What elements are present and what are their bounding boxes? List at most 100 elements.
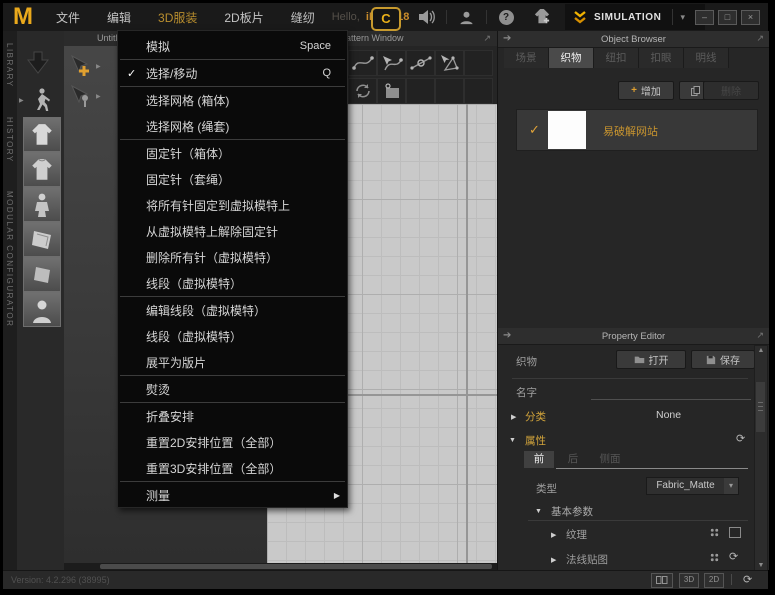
speaker-icon[interactable] <box>415 9 437 25</box>
menu-3d-garment[interactable]: 3D服装 <box>155 7 200 28</box>
download-arrow-icon[interactable] <box>25 51 51 75</box>
dropdown-caret-icon[interactable]: ▾ <box>724 478 738 494</box>
popout-icon[interactable]: ↗ <box>756 33 764 44</box>
menu-2d-pattern[interactable]: 2D板片 <box>221 7 266 28</box>
basic-params-label[interactable]: 基本参数 <box>551 504 593 519</box>
menu-file[interactable]: 文件 <box>53 7 83 28</box>
menu-item-measure[interactable]: 测量▶ <box>118 482 347 508</box>
tab-fabric[interactable]: 织物 <box>549 48 594 68</box>
menu-item-flatten-to-pattern[interactable]: 展平为版片 <box>118 349 347 375</box>
open-fabric-button[interactable]: 打开 <box>616 350 686 369</box>
texture-collapse-icon[interactable]: ▶ <box>551 531 556 539</box>
texture-label[interactable]: 纹理 <box>566 527 587 542</box>
scroll-down-icon[interactable]: ▼ <box>755 562 767 569</box>
pin-tool-icon[interactable] <box>68 83 94 109</box>
normal-map-label[interactable]: 法线贴图 <box>566 552 608 567</box>
library-item-avatar[interactable] <box>23 187 61 222</box>
category-label[interactable]: 分类 <box>525 409 546 424</box>
scrollbar-handle[interactable] <box>100 564 492 569</box>
rail-tab-library[interactable]: LIBRARY <box>5 43 14 88</box>
avatar-walk-icon[interactable] <box>31 87 53 111</box>
check-icon[interactable]: ✓ <box>529 122 540 138</box>
menu-item-fold-arrangement[interactable]: 折叠安排 <box>118 403 347 429</box>
move-tool-icon[interactable] <box>68 53 94 79</box>
help-icon[interactable]: ? <box>495 9 517 25</box>
simulation-caret-icon[interactable]: ▾ <box>680 12 685 23</box>
tab-back[interactable]: 后 <box>559 451 587 468</box>
tool-expand-icon[interactable]: ▶ <box>96 93 101 100</box>
normal-map-refresh-icon[interactable]: ⟳ <box>729 550 738 563</box>
menu-item-segment-avatar[interactable]: 线段（虚拟模特） <box>118 270 347 296</box>
property-expand-icon[interactable]: ▼ <box>509 437 516 444</box>
popout-icon[interactable]: ↗ <box>483 33 491 44</box>
add-garment-icon[interactable] <box>531 9 553 25</box>
stamp-tool-icon[interactable] <box>377 78 406 104</box>
menu-item-delete-all-pins[interactable]: 删除所有针（虚拟模特） <box>118 244 347 270</box>
horizontal-scrollbar[interactable] <box>64 563 497 570</box>
library-item-bust[interactable] <box>23 292 61 327</box>
menu-item-edit-segment-avatar[interactable]: 编辑线段（虚拟模特） <box>118 297 347 323</box>
menu-item-simulate[interactable]: 模拟Space <box>118 33 347 59</box>
tab-buttonhole[interactable]: 扣眼 <box>639 48 684 68</box>
2d-view-button[interactable]: 2D <box>704 573 724 588</box>
tab-topstitch[interactable]: 明线 <box>684 48 729 68</box>
tool-expand-icon[interactable]: ▶ <box>96 63 101 70</box>
category-collapse-icon[interactable]: ▶ <box>511 413 516 421</box>
rail-tab-modular-configurator[interactable]: MODULAR CONFIGURATOR <box>5 191 14 327</box>
menu-item-unpin-from-avatar[interactable]: 从虚拟模特上解除固定针 <box>118 218 347 244</box>
sync-tool-icon[interactable] <box>348 78 377 104</box>
popout-icon[interactable]: ↗ <box>756 330 764 341</box>
refresh-icon[interactable]: ⟳ <box>736 432 745 445</box>
tab-side[interactable]: 侧面 <box>591 451 629 468</box>
tool-cell[interactable] <box>464 50 493 76</box>
clo-logo-icon[interactable]: C <box>371 7 401 31</box>
3d-view-button[interactable]: 3D <box>679 573 699 588</box>
tool-cell[interactable] <box>435 78 464 104</box>
fabric-swatch[interactable] <box>548 111 586 149</box>
menu-sewing[interactable]: 缝纫 <box>288 7 318 28</box>
fabric-list-item[interactable]: ✓ 易破解网站 <box>516 109 758 151</box>
library-item-shirt-1[interactable] <box>23 117 61 152</box>
rail-tab-history[interactable]: HISTORY <box>5 117 14 163</box>
menu-item-segment-avatar-2[interactable]: 线段（虚拟模特） <box>118 323 347 349</box>
normal-map-collapse-icon[interactable]: ▶ <box>551 556 556 564</box>
property-editor-scrollbar[interactable]: ▲ ▼ <box>754 345 768 571</box>
account-icon[interactable] <box>455 9 477 25</box>
add-fabric-button[interactable]: + 增加 <box>618 81 674 100</box>
menu-item-select-mesh-lasso[interactable]: 选择网格 (绳套) <box>118 113 347 139</box>
menu-item-select-mesh-box[interactable]: 选择网格 (箱体) <box>118 87 347 113</box>
simulation-control[interactable]: SIMULATION ▾ <box>565 4 705 30</box>
texture-slot-icon[interactable] <box>729 527 741 538</box>
texture-grid-icon[interactable] <box>710 528 719 537</box>
split-view-icon[interactable] <box>651 573 673 588</box>
menu-item-pin-box[interactable]: 固定针（箱体） <box>118 140 347 166</box>
save-fabric-button[interactable]: 保存 <box>691 350 755 369</box>
maximize-button[interactable]: □ <box>718 10 737 25</box>
property-label[interactable]: 属性 <box>525 433 546 448</box>
basic-params-expand-icon[interactable]: ▼ <box>535 508 542 515</box>
menu-item-reset-2d-arrangement[interactable]: 重置2D安排位置（全部） <box>118 429 347 455</box>
tab-button[interactable]: 纽扣 <box>594 48 639 68</box>
tool-cell[interactable] <box>464 78 493 104</box>
curve-tool-icon[interactable] <box>348 50 377 76</box>
property-editor-header[interactable]: ➔ Property Editor ↗ <box>498 328 769 345</box>
tab-front[interactable]: 前 <box>524 451 554 468</box>
minimize-button[interactable]: – <box>695 10 714 25</box>
delete-fabric-button[interactable]: 删除 <box>703 81 759 100</box>
library-item-fabric-2[interactable] <box>23 257 61 292</box>
name-input[interactable] <box>591 399 751 400</box>
scroll-up-icon[interactable]: ▲ <box>755 347 767 354</box>
tool-cell[interactable] <box>406 78 435 104</box>
type-dropdown[interactable]: Fabric_Matte ▾ <box>646 477 739 495</box>
reset-view-refresh-icon[interactable]: ⟳ <box>743 573 752 586</box>
menu-item-reset-3d-arrangement[interactable]: 重置3D安排位置（全部） <box>118 455 347 481</box>
normal-map-grid-icon[interactable] <box>710 553 719 562</box>
object-browser-header[interactable]: ➔ Object Browser ↗ <box>498 31 769 48</box>
close-button[interactable]: × <box>741 10 760 25</box>
add-point-tool-icon[interactable] <box>406 50 435 76</box>
library-item-shirt-2[interactable] <box>23 152 61 187</box>
edit-curve-tool-icon[interactable] <box>377 50 406 76</box>
menu-item-iron[interactable]: 熨烫 <box>118 376 347 402</box>
scrollbar-handle[interactable] <box>756 382 765 432</box>
tab-scene[interactable]: 场景 <box>504 48 549 68</box>
